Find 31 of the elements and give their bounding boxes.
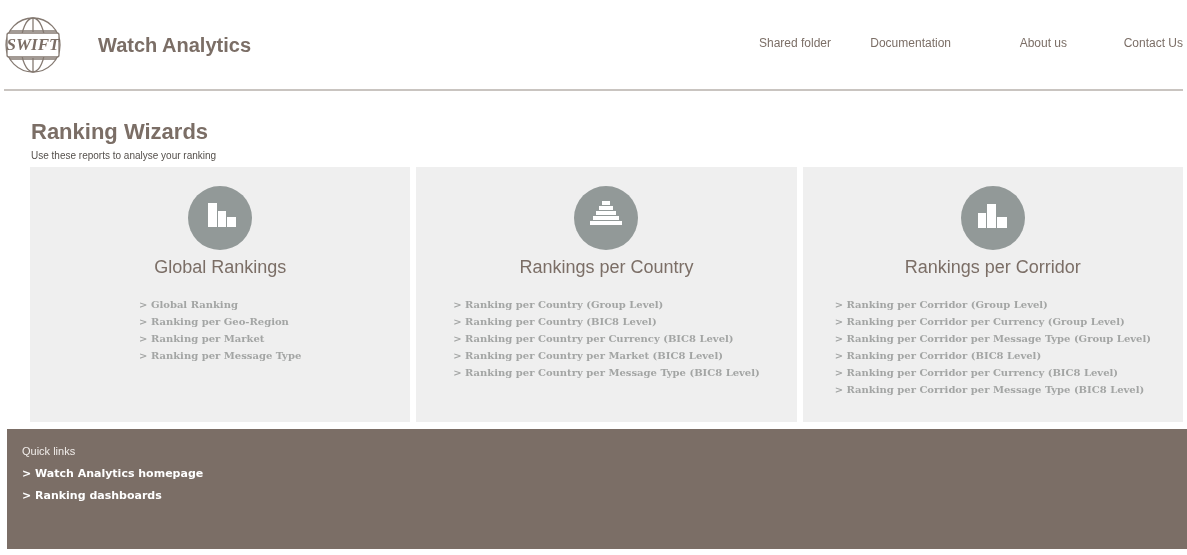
report-link[interactable]: > Ranking per Country per Market (BIC8 Level) xyxy=(453,348,723,363)
report-link[interactable]: > Ranking per Corridor (BIC8 Level) xyxy=(834,348,1042,363)
page-title: Ranking Wizards xyxy=(31,119,210,145)
footer-heading: Quick links xyxy=(22,444,77,459)
report-link[interactable]: > Ranking per Geo-Region xyxy=(139,314,289,329)
nav-link[interactable]: Shared folder xyxy=(701,33,831,52)
quick-link[interactable]: > Watch Analytics homepage xyxy=(22,465,204,482)
app-title: Watch Analytics xyxy=(98,32,251,58)
card-title: Global Rankings xyxy=(154,256,287,279)
report-link[interactable]: > Ranking per Corridor per Message Type (Group Level) xyxy=(834,331,1151,346)
report-link[interactable]: > Ranking per Country per Currency (BIC8 Level) xyxy=(453,331,734,346)
report-link[interactable]: > Ranking per Corridor per Currency (Group Level) xyxy=(834,314,1125,329)
report-link[interactable]: > Global Ranking xyxy=(139,297,238,312)
chart-icon xyxy=(188,186,253,250)
report-link[interactable]: > Ranking per Message Type xyxy=(139,348,302,363)
chart-icon xyxy=(574,186,639,250)
report-link[interactable]: > Ranking per Country (Group Level) xyxy=(453,297,664,312)
report-link[interactable]: > Ranking per Country per Message Type (BIC8 Level) xyxy=(453,365,760,380)
report-link[interactable]: > Ranking per Country (BIC8 Level) xyxy=(453,314,657,329)
quick-link[interactable]: > Ranking dashboards xyxy=(22,488,162,505)
chart-icon xyxy=(960,186,1025,250)
page-subtitle: Use these reports to analyse your ranking xyxy=(31,149,218,163)
nav-link[interactable]: About us xyxy=(951,33,1067,52)
report-link[interactable]: > Ranking per Corridor (Group Level) xyxy=(834,297,1048,312)
nav-link[interactable]: Documentation xyxy=(831,33,951,52)
report-link[interactable]: > Ranking per Market xyxy=(139,331,265,346)
card-title: Rankings per Corridor xyxy=(904,256,1081,279)
nav-link[interactable]: Contact Us xyxy=(1067,33,1183,52)
report-link[interactable]: > Ranking per Corridor per Message Type (BIC8 Level) xyxy=(834,382,1145,397)
report-link[interactable]: > Ranking per Corridor per Currency (BIC8 Level) xyxy=(834,365,1119,380)
card-title: Rankings per Country xyxy=(519,256,694,279)
